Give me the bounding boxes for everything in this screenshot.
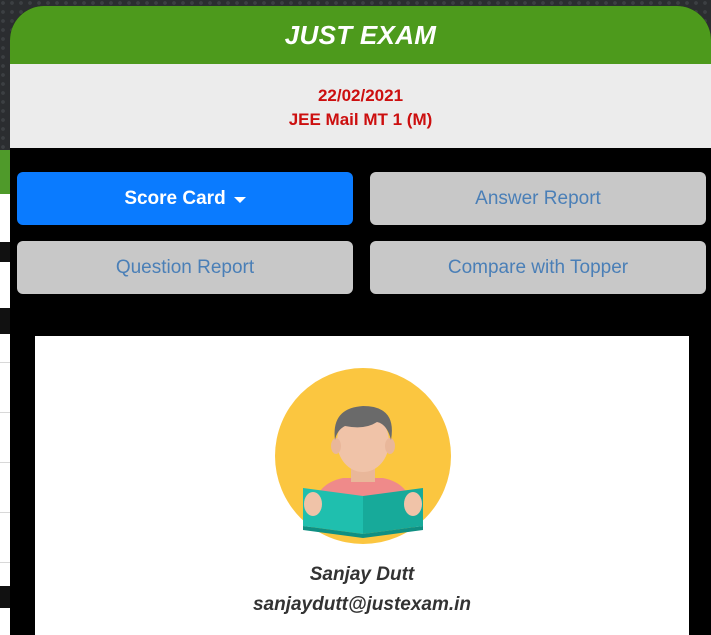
answer-report-button[interactable]: Answer Report bbox=[370, 172, 706, 225]
question-report-button[interactable]: Question Report bbox=[17, 241, 353, 294]
user-name: Sanjay Dutt bbox=[309, 564, 415, 585]
report-buttons: Score Card Answer Report Question Report… bbox=[17, 172, 706, 294]
score-card-label: Score Card bbox=[124, 187, 226, 209]
score-card-modal: JUST EXAM 22/02/2021 JEE Mail MT 1 (M) S… bbox=[10, 6, 711, 635]
exam-info: 22/02/2021 JEE Mail MT 1 (M) bbox=[10, 64, 711, 148]
compare-with-topper-button[interactable]: Compare with Topper bbox=[370, 241, 706, 294]
profile-card: Sanjay Dutt sanjaydutt@justexam.in bbox=[35, 336, 689, 635]
exam-name: JEE Mail MT 1 (M) bbox=[288, 110, 433, 129]
modal-header: JUST EXAM bbox=[10, 6, 711, 64]
user-email: sanjaydutt@justexam.in bbox=[252, 594, 472, 615]
caret-down-icon bbox=[233, 196, 246, 203]
exam-date: 22/02/2021 bbox=[317, 86, 404, 105]
modal-title: JUST EXAM bbox=[284, 19, 437, 50]
score-card-button[interactable]: Score Card bbox=[17, 172, 353, 225]
student-reading-avatar-icon bbox=[275, 368, 451, 544]
